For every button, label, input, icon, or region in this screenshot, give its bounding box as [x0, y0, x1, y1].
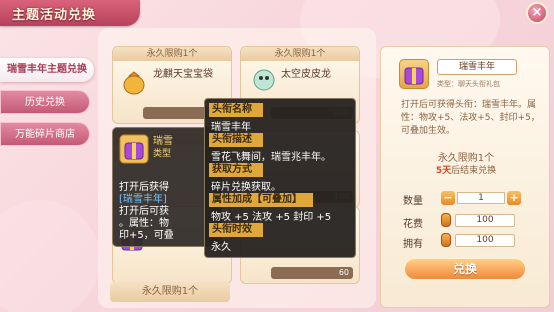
title-duration-heading: 头衔时效 — [209, 223, 263, 237]
dragon-pet-icon — [253, 69, 275, 91]
tooltip-item-type: 类型 — [153, 149, 172, 159]
card-limit: 永久限购1个 — [241, 47, 359, 61]
end-days: 5天 — [435, 166, 452, 176]
title-desc-heading: 头衔描述 — [209, 133, 263, 147]
card-limit: 永久限购1个 — [110, 282, 230, 302]
gift-box-icon — [404, 67, 424, 85]
title-name-heading: 头衔名称 — [209, 103, 263, 117]
title-desc-value: 雪花飞舞间，瑞雪兆丰年。 — [211, 152, 331, 163]
title-attr-value: 物攻 +5 法攻 +5 封印 +5 — [211, 212, 332, 223]
item-name: 瑞雪丰年 — [437, 59, 517, 75]
exchange-button[interactable]: 兑换 — [403, 257, 527, 281]
title-duration-value: 永久 — [211, 242, 231, 253]
sidebar-item-theme-exchange[interactable]: 瑞雪丰年主题兑换 — [0, 58, 94, 82]
item-description: 打开后可获得头衔：瑞雪丰年。属性：物攻+5、法攻+5、封印+5，可叠加生效。 — [401, 100, 540, 136]
card-name: 龙麒天宝宝袋 — [153, 69, 213, 80]
money-bag-icon — [123, 71, 145, 95]
page-title: 主题活动兑换 — [12, 8, 97, 23]
sidebar-item-fragment-shop[interactable]: 万能碎片商店 — [0, 122, 90, 146]
sidebar-item-history[interactable]: 历史兑换 — [0, 90, 90, 114]
item-detail-panel: 瑞雪丰年 类型：聊天头衔礼包 打开后可获得头衔：瑞雪丰年。属性：物攻+5、法攻+… — [380, 46, 550, 308]
own-label: 拥有 — [403, 239, 423, 250]
item-icon-frame — [399, 59, 429, 89]
title-tooltip: 头衔名称 瑞雪丰年 头衔描述 雪花飞舞间，瑞雪兆丰年。 获取方式 碎片兑换获取。… — [204, 98, 356, 258]
title-banner: 主题活动兑换 — [0, 0, 140, 26]
plus-button[interactable]: + — [507, 191, 521, 205]
card-name: 太空皮皮龙 — [281, 69, 331, 80]
fragment-icon — [441, 213, 451, 227]
minus-button[interactable]: − — [441, 191, 455, 205]
own-value: 100 — [455, 234, 515, 247]
item-type: 类型：聊天头衔礼包 — [437, 80, 500, 88]
fragment-icon — [441, 233, 451, 247]
quantity-field[interactable]: 1 — [457, 192, 505, 204]
cost-label: 花费 — [403, 219, 423, 230]
title-name-value: 瑞雪丰年 — [211, 122, 251, 133]
close-icon: × — [531, 5, 543, 20]
title-attr-heading: 属性加成【可叠加】 — [209, 193, 313, 207]
gift-box-icon — [119, 134, 149, 164]
exchange-end-time: 5天后结束兑换 — [381, 163, 551, 176]
close-button[interactable]: × — [526, 2, 548, 24]
card-limit: 永久限购1个 — [113, 47, 231, 61]
quantity-stepper: − 1 + — [441, 191, 521, 205]
quantity-label: 数量 — [403, 196, 423, 207]
background-cloud — [0, 200, 100, 312]
purchase-limit: 永久限购1个 — [437, 153, 495, 164]
cost-value: 100 — [455, 214, 515, 227]
end-suffix: 后结束兑换 — [451, 166, 497, 176]
title-method-heading: 获取方式 — [209, 163, 263, 177]
tooltip-line: 印+5，可叠 — [119, 230, 174, 241]
card-price: 60 — [271, 267, 353, 279]
tooltip-item-name: 瑞雪 — [153, 136, 173, 147]
title-method-value: 碎片兑换获取。 — [211, 182, 281, 193]
